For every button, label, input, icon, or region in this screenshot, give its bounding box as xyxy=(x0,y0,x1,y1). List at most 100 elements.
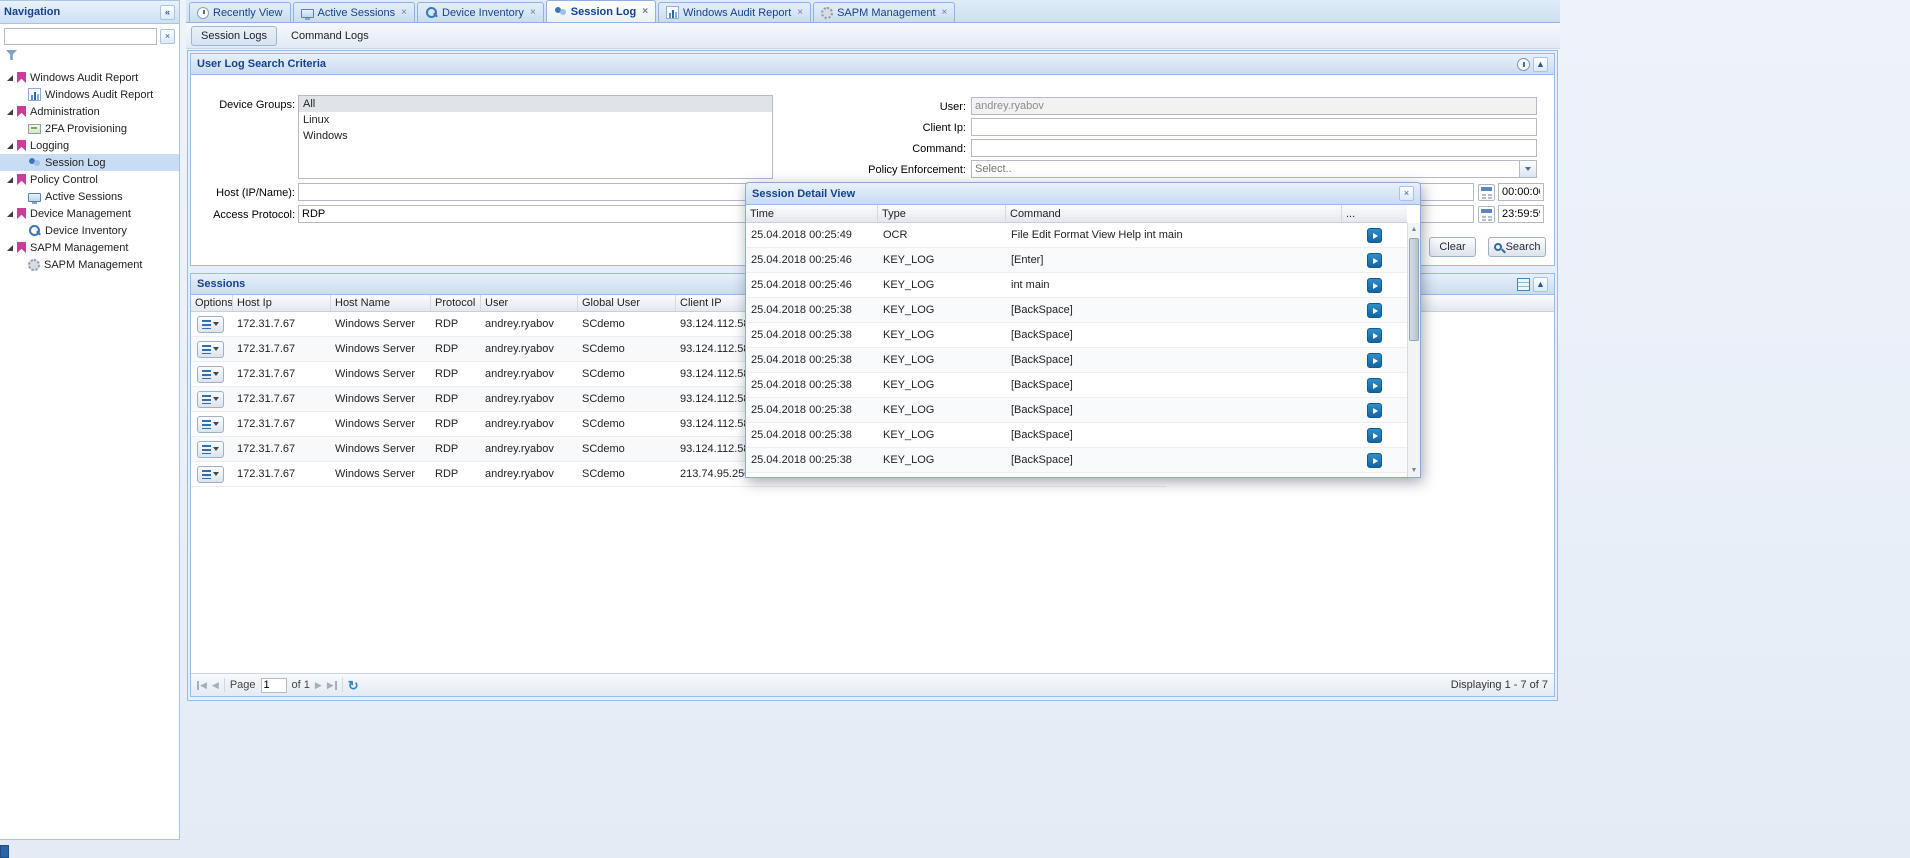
policy-enforcement-select[interactable] xyxy=(971,160,1537,178)
play-recording-button[interactable] xyxy=(1367,228,1382,243)
collapse-criteria-button[interactable]: ▲ xyxy=(1533,57,1548,72)
dialog-table-row[interactable]: 25.04.2018 00:25:38KEY_LOG[BackSpace] xyxy=(746,348,1407,373)
client-ip-input[interactable] xyxy=(971,118,1537,136)
column-header-protocol[interactable]: Protocol xyxy=(431,295,481,311)
tree-node-device-management[interactable]: Device Management xyxy=(0,205,179,222)
collapse-sessions-button[interactable]: ▲ xyxy=(1533,277,1548,292)
dialog-table-row[interactable]: 25.04.2018 00:25:46KEY_LOGint main xyxy=(746,273,1407,298)
dialog-table-row[interactable]: 25.04.2018 00:25:38KEY_LOG[BackSpace] xyxy=(746,323,1407,348)
user-input[interactable] xyxy=(971,97,1537,115)
command-input[interactable] xyxy=(971,139,1537,157)
tab-close-icon[interactable]: × xyxy=(797,8,803,18)
dialog-table-row[interactable]: 25.04.2018 00:25:46KEY_LOG[Enter] xyxy=(746,248,1407,273)
play-recording-button[interactable] xyxy=(1367,353,1382,368)
time-from-input[interactable] xyxy=(1498,183,1544,201)
scroll-down-icon[interactable]: ▼ xyxy=(1408,464,1420,477)
play-recording-button[interactable] xyxy=(1367,403,1382,418)
play-recording-button[interactable] xyxy=(1367,328,1382,343)
tab-active-sessions[interactable]: Active Sessions× xyxy=(293,2,416,22)
tab-close-icon[interactable]: × xyxy=(942,8,948,18)
tree-node-administration[interactable]: Administration xyxy=(0,103,179,120)
dialog-scrollbar[interactable]: ▲ ▼ xyxy=(1407,223,1420,477)
access-protocol-input[interactable] xyxy=(298,205,773,223)
tab-close-icon[interactable]: × xyxy=(642,7,648,17)
calendar-to-icon[interactable] xyxy=(1478,206,1495,223)
calendar-from-icon[interactable] xyxy=(1478,184,1495,201)
device-group-option-all[interactable]: All xyxy=(299,96,772,112)
page-number-input[interactable] xyxy=(261,678,287,693)
dialog-table-row[interactable]: 25.04.2018 00:25:38KEY_LOG[BackSpace] xyxy=(746,448,1407,473)
subtab-session-logs[interactable]: Session Logs xyxy=(191,26,277,46)
last-page-button[interactable]: ▶ xyxy=(327,681,337,690)
row-options-button[interactable] xyxy=(197,391,224,408)
tab-recently-view[interactable]: Recently View xyxy=(189,2,291,22)
expander-icon[interactable] xyxy=(7,109,13,115)
tab-windows-audit-report[interactable]: Windows Audit Report× xyxy=(658,2,811,22)
filter-icon[interactable] xyxy=(6,50,17,60)
clock-tool-icon[interactable] xyxy=(1517,58,1530,71)
dialog-column-header-command[interactable]: Command xyxy=(1006,205,1342,222)
tree-node-sapm-management[interactable]: SAPM Management xyxy=(0,239,179,256)
subtab-command-logs[interactable]: Command Logs xyxy=(281,26,379,46)
scrollbar-thumb[interactable] xyxy=(1409,238,1419,341)
clear-button[interactable]: Clear xyxy=(1429,237,1476,257)
tab-session-log[interactable]: Session Log× xyxy=(546,0,656,22)
dialog-table-row[interactable]: 25.04.2018 00:25:49OCRFile Edit Format V… xyxy=(746,223,1407,248)
tree-node-2fa-provisioning[interactable]: 2FA Provisioning xyxy=(0,120,179,137)
collapse-sidebar-button[interactable]: « xyxy=(160,5,175,20)
time-to-input[interactable] xyxy=(1498,205,1544,223)
expander-icon[interactable] xyxy=(7,245,13,251)
clear-search-button[interactable]: × xyxy=(160,29,175,44)
tab-close-icon[interactable]: × xyxy=(401,8,407,18)
dialog-column-header-type[interactable]: Type xyxy=(878,205,1006,222)
column-header-user[interactable]: User xyxy=(481,295,578,311)
row-options-button[interactable] xyxy=(197,466,224,483)
row-options-button[interactable] xyxy=(197,316,224,333)
scroll-up-icon[interactable]: ▲ xyxy=(1408,223,1420,236)
prev-page-button[interactable]: ◀ xyxy=(212,681,219,690)
dialog-titlebar[interactable]: Session Detail View × xyxy=(746,183,1420,205)
tab-close-icon[interactable]: × xyxy=(530,8,536,18)
tree-node-windows-audit-report[interactable]: Windows Audit Report xyxy=(0,69,179,86)
tree-node-session-log[interactable]: Session Log xyxy=(0,154,179,171)
row-options-button[interactable] xyxy=(197,441,224,458)
dialog-table-row[interactable]: 25.04.2018 00:25:38KEY_LOG[BackSpace] xyxy=(746,298,1407,323)
tree-node-device-inventory[interactable]: Device Inventory xyxy=(0,222,179,239)
row-options-button[interactable] xyxy=(197,341,224,358)
tab-device-inventory[interactable]: Device Inventory× xyxy=(417,2,544,22)
dialog-table-row[interactable]: 25.04.2018 00:25:38KEY_LOG[BackSpace] xyxy=(746,398,1407,423)
column-header-host-ip[interactable]: Host Ip xyxy=(233,295,331,311)
tree-node-active-sessions[interactable]: Active Sessions xyxy=(0,188,179,205)
device-group-option-linux[interactable]: Linux xyxy=(299,112,772,128)
expander-icon[interactable] xyxy=(7,75,13,81)
row-options-button[interactable] xyxy=(197,416,224,433)
nav-search-input[interactable] xyxy=(4,28,157,45)
play-recording-button[interactable] xyxy=(1367,453,1382,468)
expander-icon[interactable] xyxy=(7,143,13,149)
dialog-table-row[interactable]: 25.04.2018 00:25:38KEY_LOG[BackSpace] xyxy=(746,473,1407,477)
tree-node-policy-control[interactable]: Policy Control xyxy=(0,171,179,188)
device-group-option-windows[interactable]: Windows xyxy=(299,128,772,144)
tab-sapm-management[interactable]: SAPM Management× xyxy=(813,2,955,22)
column-header-options[interactable]: Options xyxy=(191,295,233,311)
expander-icon[interactable] xyxy=(7,177,13,183)
chevron-down-icon[interactable] xyxy=(1519,161,1536,177)
dialog-table-row[interactable]: 25.04.2018 00:25:38KEY_LOG[BackSpace] xyxy=(746,373,1407,398)
play-recording-button[interactable] xyxy=(1367,378,1382,393)
host-input[interactable] xyxy=(298,183,773,201)
dialog-column-header-ellipsis[interactable]: ... xyxy=(1342,205,1407,222)
column-header-global-user[interactable]: Global User xyxy=(578,295,676,311)
play-recording-button[interactable] xyxy=(1367,278,1382,293)
dialog-table-row[interactable]: 25.04.2018 00:25:38KEY_LOG[BackSpace] xyxy=(746,423,1407,448)
grid-tool-icon[interactable] xyxy=(1517,278,1530,291)
tree-node-windows-audit-report[interactable]: Windows Audit Report xyxy=(0,86,179,103)
refresh-icon[interactable]: ↻ xyxy=(348,679,359,692)
dialog-column-header-time[interactable]: Time xyxy=(746,205,878,222)
play-recording-button[interactable] xyxy=(1367,253,1382,268)
tree-node-logging[interactable]: Logging xyxy=(0,137,179,154)
expander-icon[interactable] xyxy=(7,211,13,217)
bottom-left-panel-chip[interactable] xyxy=(0,845,9,858)
row-options-button[interactable] xyxy=(197,366,224,383)
policy-enforcement-input[interactable] xyxy=(971,160,1537,178)
first-page-button[interactable]: ◀ xyxy=(197,681,207,690)
